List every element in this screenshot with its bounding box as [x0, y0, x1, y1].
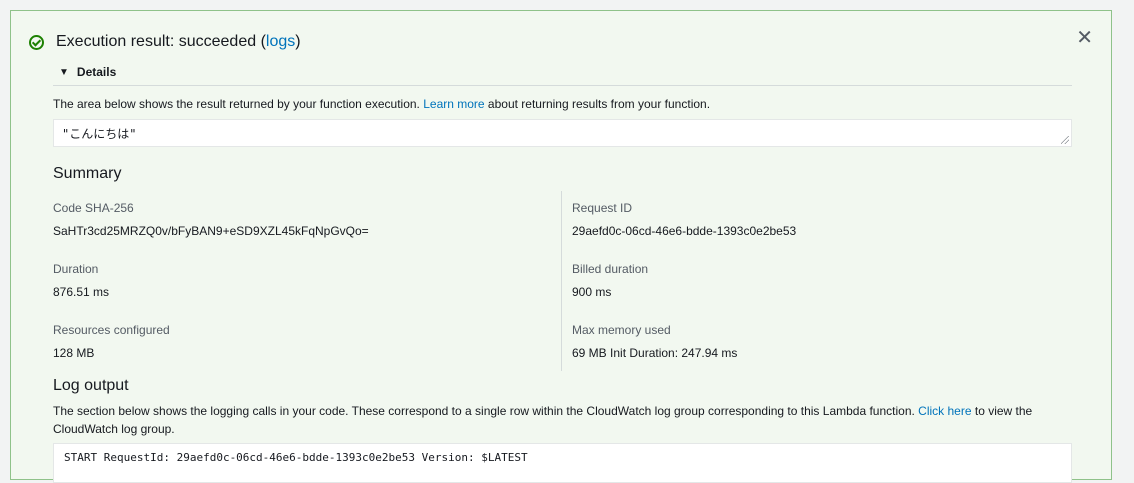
details-label: Details — [76, 65, 117, 79]
cloudwatch-click-here-link[interactable]: Click here — [918, 404, 971, 418]
result-header: Execution result: succeeded (logs) — [29, 33, 301, 51]
result-value: "こんにちは" — [62, 127, 137, 141]
caret-down-icon: ▼ — [59, 66, 69, 78]
log-output-heading: Log output — [53, 377, 129, 394]
log-description-text: The section below shows the logging call… — [53, 404, 919, 418]
log-output-box[interactable]: START RequestId: 29aefd0c-06cd-46e6-bdde… — [53, 443, 1072, 483]
result-description-suffix: about returning results from your functi… — [484, 97, 711, 111]
result-title-text: Execution result: succeeded ( — [56, 33, 266, 50]
logs-link[interactable]: logs — [266, 33, 295, 50]
request-id-value: 29aefd0c-06cd-46e6-bdde-1393c0e2be53 — [572, 224, 797, 238]
learn-more-link[interactable]: Learn more — [423, 97, 484, 111]
result-description: The area below shows the result returned… — [53, 97, 710, 111]
result-output-textarea[interactable]: "こんにちは" — [53, 119, 1072, 147]
billed-duration-label: Billed duration — [572, 262, 649, 276]
column-divider — [561, 191, 562, 371]
duration-value: 876.51 ms — [53, 285, 110, 299]
resources-configured-value: 128 MB — [53, 346, 95, 360]
execution-result-panel: Execution result: succeeded (logs) ✕ ▼ D… — [10, 10, 1112, 483]
result-description-text: The area below shows the result returned… — [53, 97, 424, 111]
log-line: START RequestId: 29aefd0c-06cd-46e6-bdde… — [64, 451, 528, 464]
result-title-close-paren: ) — [295, 33, 301, 50]
divider — [53, 85, 1072, 86]
close-icon[interactable]: ✕ — [1076, 28, 1093, 48]
success-check-icon — [29, 34, 44, 50]
resources-configured-label: Resources configured — [53, 323, 170, 337]
billed-duration-value: 900 ms — [572, 285, 612, 299]
log-description: The section below shows the logging call… — [53, 402, 1063, 438]
code-sha-value: SaHTr3cd25MRZQ0v/bFyBAN9+eSD9XZL45kFqNpG… — [53, 224, 369, 238]
max-memory-value: 69 MB Init Duration: 247.94 ms — [572, 346, 738, 360]
result-title: Execution result: succeeded (logs) — [56, 33, 301, 51]
duration-label: Duration — [53, 262, 99, 276]
summary-heading: Summary — [53, 165, 122, 182]
resize-handle-icon[interactable] — [1061, 136, 1069, 144]
details-toggle[interactable]: ▼ Details — [59, 65, 116, 79]
request-id-label: Request ID — [572, 201, 633, 215]
max-memory-label: Max memory used — [572, 323, 671, 337]
code-sha-label: Code SHA-256 — [53, 201, 134, 215]
